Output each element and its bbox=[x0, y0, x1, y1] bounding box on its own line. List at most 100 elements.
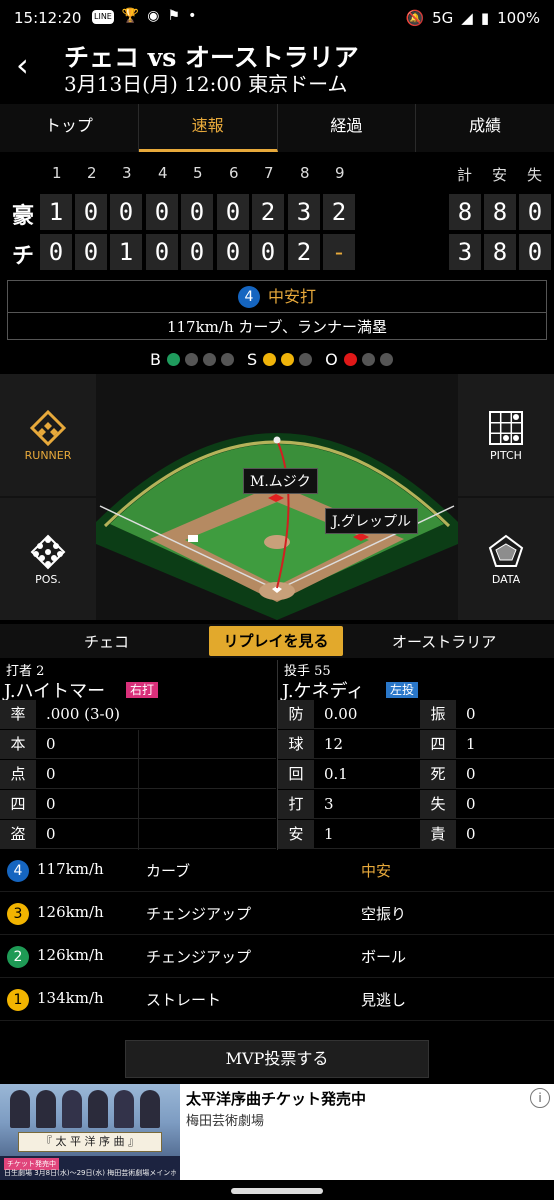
ad-title[interactable]: 太平洋序曲チケット発売中 bbox=[186, 1088, 366, 1109]
stat-key: 失 bbox=[420, 790, 456, 819]
ad-image[interactable]: 『 太 平 洋 序 曲 』 チケット発売中 日生劇場 3月8日(水)〜29日(水… bbox=[0, 1084, 180, 1180]
empty-stat-area bbox=[138, 730, 276, 850]
inning-score: 0 bbox=[75, 194, 107, 230]
info-icon[interactable]: i bbox=[530, 1088, 550, 1108]
status-bar: 15:12:20 LINE 🏆 ◉ ⚑ • 🔕 5G ◢ ▮ 100% bbox=[0, 0, 554, 36]
inning-score: - bbox=[323, 234, 355, 270]
pitch-result: 空振り bbox=[361, 905, 407, 923]
total-score: 8 bbox=[484, 234, 516, 270]
inning-score: 2 bbox=[252, 194, 284, 230]
back-icon[interactable]: ‹ bbox=[16, 49, 42, 84]
inning-score: 0 bbox=[181, 234, 213, 270]
third-base-empty bbox=[188, 535, 198, 542]
pitch-type: チェンジアップ bbox=[146, 905, 252, 923]
stat-row: 四1 bbox=[420, 730, 554, 759]
inning-score: 0 bbox=[146, 194, 178, 230]
stat-row: 球 12 bbox=[278, 730, 420, 759]
stat-key: 打 bbox=[278, 790, 314, 819]
ring-icon: ◉ bbox=[147, 8, 160, 24]
runner-button[interactable]: RUNNER bbox=[0, 374, 96, 496]
play-result-row: 4 中安打 bbox=[8, 281, 546, 313]
stat-key: 安 bbox=[278, 820, 314, 849]
data-button[interactable]: DATA bbox=[458, 498, 554, 620]
battery-label: 100% bbox=[497, 9, 540, 27]
tab-top[interactable]: トップ bbox=[0, 104, 139, 152]
pos-label: POS. bbox=[35, 573, 61, 586]
ad-banner[interactable]: 『 太 平 洋 序 曲 』 チケット発売中 日生劇場 3月8日(水)〜29日(水… bbox=[0, 1084, 554, 1180]
inning-header: 7 bbox=[264, 164, 274, 182]
ad-subtitle: 梅田芸術劇場 bbox=[186, 1114, 265, 1129]
stat-key: 死 bbox=[420, 760, 456, 789]
replay-bar: チェコ リプレイを見る オーストラリア bbox=[0, 624, 554, 658]
stat-value: 0 bbox=[466, 795, 476, 813]
home-indicator[interactable] bbox=[231, 1188, 323, 1194]
batter-header: 打者 2 J.ハイトマー 右打 bbox=[0, 660, 276, 702]
notification-icons: LINE 🏆 ◉ ⚑ • bbox=[92, 8, 196, 24]
balls-label: B bbox=[150, 350, 161, 369]
count-dot bbox=[220, 353, 234, 366]
pitch-grid-icon bbox=[489, 411, 523, 445]
play-detail: 117km/h カーブ、ランナー満塁 bbox=[166, 318, 388, 336]
runner-icon bbox=[29, 409, 67, 447]
stat-row: 打3 bbox=[278, 790, 420, 819]
count-dot bbox=[184, 353, 198, 366]
pitch-button[interactable]: PITCH bbox=[458, 374, 554, 496]
stat-value: 0 bbox=[46, 735, 56, 753]
home-team-label[interactable]: チェコ bbox=[84, 631, 129, 652]
field-area: M.ムジク J.グレップル RUNNER POS. PITCH DATA bbox=[0, 374, 554, 620]
count-dot bbox=[379, 353, 393, 366]
pitch-result: ボール bbox=[361, 948, 407, 966]
pitch-number-badge: 1 bbox=[7, 989, 29, 1011]
replay-button[interactable]: リプレイを見る bbox=[209, 626, 343, 656]
pitch-type: チェンジアップ bbox=[146, 948, 252, 966]
fielder-label-1: M.ムジク bbox=[243, 468, 318, 494]
stat-value: 0 bbox=[466, 825, 476, 843]
line-icon: LINE bbox=[92, 10, 114, 24]
inning-score: 1 bbox=[110, 234, 142, 270]
stat-value: 0 bbox=[46, 795, 56, 813]
pos-button[interactable]: POS. bbox=[0, 498, 96, 620]
tab-results[interactable]: 成績 bbox=[416, 104, 554, 152]
radar-chart-icon bbox=[488, 534, 524, 567]
total-score: 3 bbox=[449, 234, 481, 270]
status-right: 🔕 5G ◢ ▮ 100% bbox=[405, 9, 540, 27]
stat-row: 防 0.00 bbox=[278, 700, 420, 729]
count-dot bbox=[281, 353, 295, 366]
positions-icon bbox=[30, 534, 66, 570]
stat-key: 球 bbox=[278, 730, 314, 759]
inning-score: 0 bbox=[146, 234, 178, 270]
inning-header: 1 bbox=[52, 164, 62, 182]
away-team-label[interactable]: オーストラリア bbox=[392, 631, 496, 652]
ad-dates: 日生劇場 3月8日(水)〜29日(水) 梅田芸術劇場メインホール 4月8日(土)… bbox=[4, 1169, 176, 1177]
ad-banner-title: 『 太 平 洋 序 曲 』 bbox=[18, 1132, 162, 1152]
signal-icon: ◢ bbox=[461, 9, 473, 27]
stat-value: 1 bbox=[324, 825, 334, 843]
count-dot bbox=[343, 353, 357, 366]
pitch-speed: 126km/h bbox=[37, 946, 104, 964]
stat-value: 0.1 bbox=[324, 765, 348, 783]
tab-live[interactable]: 速報 bbox=[138, 104, 278, 152]
pitch-speed: 117km/h bbox=[37, 860, 104, 878]
tab-bar: トップ 速報 経過 成績 bbox=[0, 104, 554, 152]
count-dot bbox=[263, 353, 277, 366]
totals-header: 安 bbox=[492, 166, 508, 184]
stat-value: 0.00 bbox=[324, 705, 358, 723]
mvp-vote-button[interactable]: MVP投票する bbox=[125, 1040, 429, 1078]
inning-score: 3 bbox=[288, 194, 320, 230]
current-play: 4 中安打 117km/h カーブ、ランナー満塁 bbox=[7, 280, 547, 340]
inning-header: 9 bbox=[335, 164, 345, 182]
inning-score: 0 bbox=[252, 234, 284, 270]
trophy-icon: 🏆 bbox=[121, 8, 140, 24]
stat-key: 四 bbox=[0, 790, 36, 819]
tab-progress[interactable]: 経過 bbox=[278, 104, 417, 152]
outs-label: O bbox=[325, 350, 338, 369]
stat-row: 死0 bbox=[420, 760, 554, 789]
stats-table: 率 .000 (3-0) 本 0 点 0 四 0 盗 0 防 0.00 球 12 回 0.1 打 3 安 1 振 0 四 1 死… bbox=[0, 700, 554, 850]
inning-score: 0 bbox=[181, 194, 213, 230]
dot-icon: • bbox=[188, 8, 197, 24]
stat-row: 失0 bbox=[420, 790, 554, 819]
ball-landing-point bbox=[273, 436, 281, 444]
inning-header: 6 bbox=[229, 164, 239, 182]
inning-header: 5 bbox=[193, 164, 203, 182]
pitch-speed: 126km/h bbox=[37, 903, 104, 921]
